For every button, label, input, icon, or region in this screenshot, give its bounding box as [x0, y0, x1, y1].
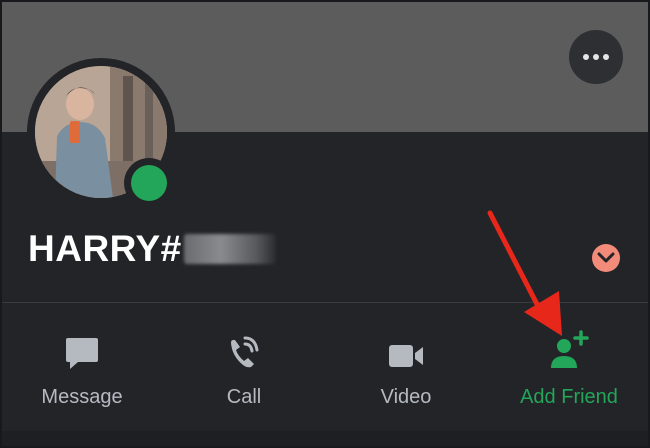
add-friend-button[interactable]: Add Friend [499, 330, 639, 409]
username: HARRY# [28, 228, 276, 270]
username-text: HARRY# [28, 228, 182, 269]
message-button[interactable]: Message [12, 330, 152, 409]
message-bubble-icon [64, 330, 100, 370]
more-dots-icon [583, 54, 589, 60]
redacted-discriminator [183, 234, 276, 264]
chevron-down-icon [597, 252, 615, 263]
more-dots-icon-part [603, 54, 609, 60]
message-label: Message [41, 386, 123, 408]
add-friend-icon [548, 330, 590, 370]
phone-call-icon [227, 330, 261, 370]
online-status-indicator [124, 158, 174, 208]
status-dot [131, 165, 167, 201]
badge-dropdown-button[interactable] [592, 244, 620, 272]
add-friend-label: Add Friend [520, 386, 618, 408]
more-options-button[interactable] [569, 30, 623, 84]
video-label: Video [380, 386, 432, 408]
call-label: Call [226, 386, 262, 408]
call-button[interactable]: Call [174, 330, 314, 409]
more-dots-icon-part [593, 54, 599, 60]
video-button[interactable]: Video [336, 330, 476, 409]
video-camera-icon [387, 330, 425, 370]
bottom-strip [2, 431, 648, 446]
